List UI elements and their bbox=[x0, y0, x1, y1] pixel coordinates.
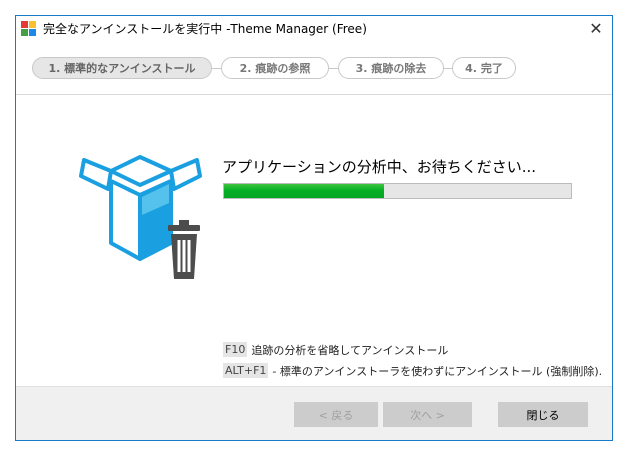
step-connector bbox=[212, 68, 221, 69]
app-icon bbox=[21, 20, 37, 37]
title-bar[interactable]: 完全なアンインストールを実行中 -Theme Manager (Free) ✕ bbox=[16, 16, 612, 41]
close-button[interactable]: 閉じる bbox=[498, 402, 588, 427]
window-title: 完全なアンインストールを実行中 -Theme Manager (Free) bbox=[43, 22, 367, 36]
step-standard-uninstall: 1. 標準的なアンインストール bbox=[32, 57, 212, 79]
step-label: 3. 痕跡の除去 bbox=[355, 62, 427, 75]
box-with-trash-icon bbox=[79, 155, 202, 279]
back-button[interactable]: < 戻る bbox=[294, 402, 378, 427]
hint-text: 追跡の分析を省略してアンインストール bbox=[251, 343, 449, 357]
hint-text: - 標準のアンインストーラを使わずにアンインストール (強制削除). bbox=[272, 364, 603, 378]
step-connector bbox=[329, 68, 338, 69]
hint-force-uninstall: ALT+F1 - 標準のアンインストーラを使わずにアンインストール (強制削除)… bbox=[223, 360, 602, 381]
step-browse-traces: 2. 痕跡の参照 bbox=[221, 57, 329, 79]
step-label: 2. 痕跡の参照 bbox=[239, 62, 311, 75]
next-button[interactable]: 次へ > bbox=[383, 402, 472, 427]
step-label: 4. 完了 bbox=[465, 62, 503, 75]
step-complete: 4. 完了 bbox=[452, 57, 516, 79]
progress-fill bbox=[224, 184, 384, 198]
analysis-progress-bar bbox=[223, 183, 572, 199]
step-connector bbox=[444, 68, 452, 69]
footer-bar: < 戻る 次へ > 閉じる bbox=[16, 386, 612, 440]
shortcut-key: F10 bbox=[223, 342, 248, 357]
shortcut-key: ALT+F1 bbox=[223, 363, 269, 378]
wizard-steps: 1. 標準的なアンインストール 2. 痕跡の参照 3. 痕跡の除去 4. 完了 bbox=[16, 45, 612, 95]
shortcut-hints: F10 追跡の分析を省略してアンインストール ALT+F1 - 標準のアンインス… bbox=[223, 339, 602, 381]
close-icon: ✕ bbox=[589, 19, 603, 38]
uninstall-window: 完全なアンインストールを実行中 -Theme Manager (Free) ✕ … bbox=[15, 15, 613, 441]
status-message: アプリケーションの分析中、お待ちください... bbox=[222, 158, 537, 176]
step-remove-traces: 3. 痕跡の除去 bbox=[338, 57, 444, 79]
step-label: 1. 標準的なアンインストール bbox=[48, 62, 196, 75]
hint-skip-analysis: F10 追跡の分析を省略してアンインストール bbox=[223, 339, 602, 360]
close-window-button[interactable]: ✕ bbox=[580, 16, 612, 41]
